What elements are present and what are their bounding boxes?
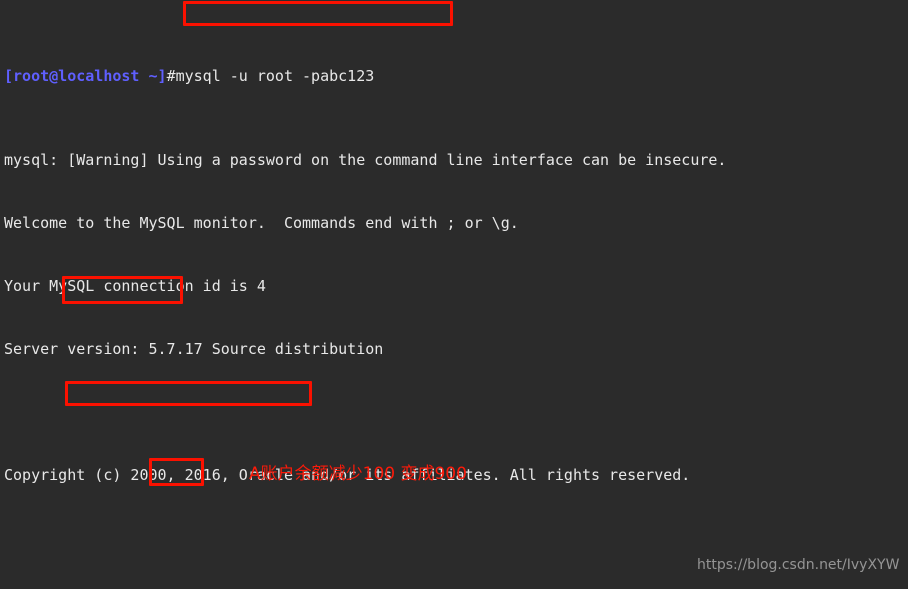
- output-line: Welcome to the MySQL monitor. Commands e…: [4, 214, 519, 232]
- terminal-screen: [root@localhost ~]#mysql -u root -pabc12…: [4, 3, 726, 589]
- shell-prompt-symbol: #: [166, 67, 176, 85]
- output-line: mysql: [Warning] Using a password on the…: [4, 151, 727, 169]
- watermark-url: https://blog.csdn.net/IvyXYW: [697, 557, 900, 573]
- output-line: Server version: 5.7.17 Source distributi…: [4, 340, 384, 358]
- annotation-balance-note: A账户余额减少100 变成900: [249, 464, 467, 484]
- shell-prompt: [root@localhost ~]: [4, 67, 167, 85]
- output-line: Your MySQL connection id is 4: [4, 277, 266, 295]
- mysql-login-command[interactable]: mysql -u root -pabc123: [176, 67, 375, 85]
- terminal-window: [root@localhost ~]#mysql -u root -pabc12…: [0, 0, 908, 589]
- shell-prompt-line: [root@localhost ~]#mysql -u root -pabc12…: [4, 66, 726, 87]
